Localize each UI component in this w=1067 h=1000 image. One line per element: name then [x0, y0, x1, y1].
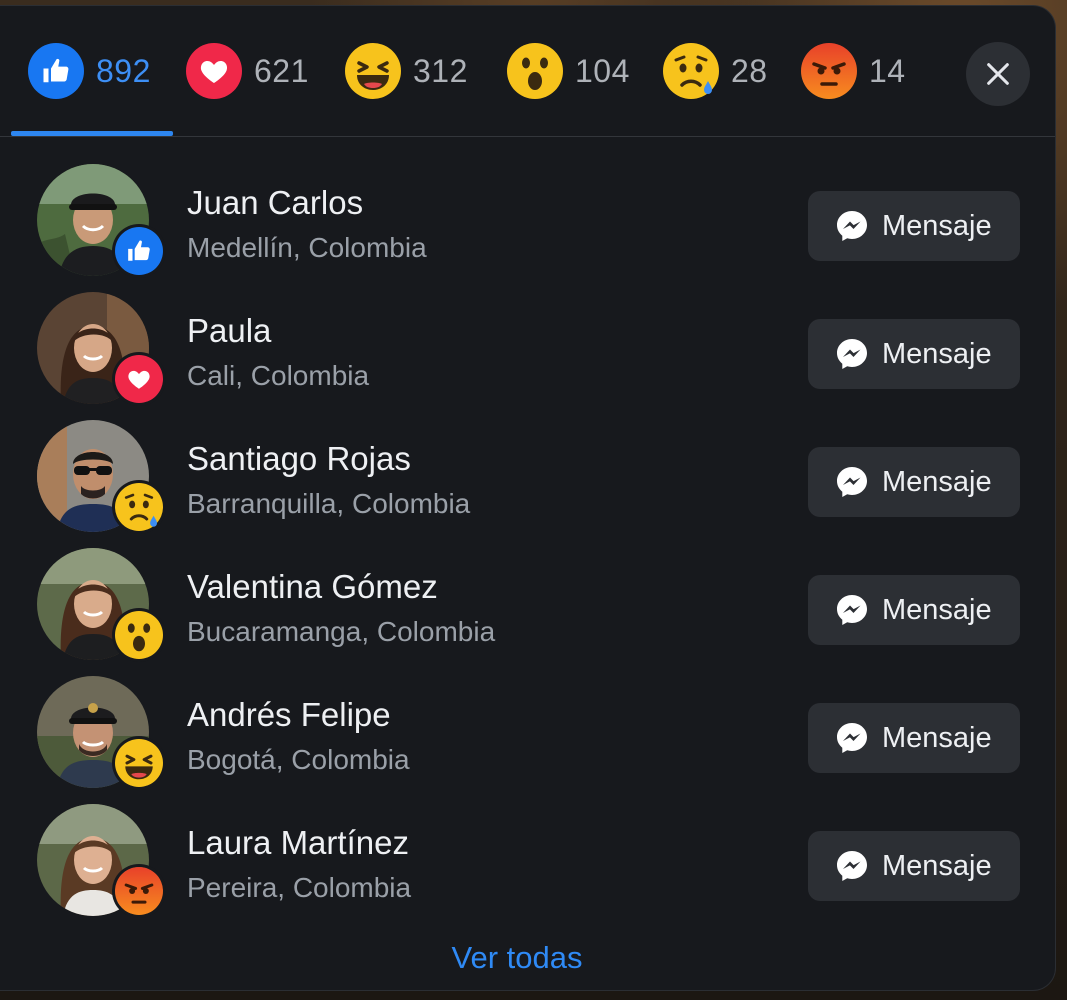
person-name[interactable]: Paula — [187, 312, 271, 350]
tab-love[interactable]: 621 — [186, 36, 309, 106]
see-all-link[interactable]: Ver todas — [0, 940, 1034, 976]
messenger-icon — [837, 339, 867, 369]
heart-icon — [115, 355, 163, 403]
person-name[interactable]: Santiago Rojas — [187, 440, 411, 478]
tab-sad[interactable]: 28 — [663, 36, 768, 106]
angry-face-icon — [115, 867, 163, 915]
tab-haha[interactable]: 312 — [345, 36, 468, 106]
message-button-label: Mensaje — [882, 849, 992, 882]
reactions-list: Juan Carlos Medellín, Colombia Mensaje P… — [0, 156, 1055, 924]
message-button[interactable]: Mensaje — [808, 575, 1020, 645]
messenger-icon — [837, 723, 867, 753]
message-button[interactable]: Mensaje — [808, 191, 1020, 261]
reaction-tabs: 892 621 312 104 28 14 — [0, 6, 1055, 131]
list-item: Santiago Rojas Barranquilla, Colombia Me… — [0, 412, 1055, 540]
message-button[interactable]: Mensaje — [808, 831, 1020, 901]
laughing-face-icon — [345, 43, 401, 99]
messenger-icon — [837, 211, 867, 241]
person-location: Bucaramanga, Colombia — [187, 616, 496, 647]
close-button[interactable] — [966, 42, 1030, 106]
surprised-face-icon — [115, 611, 163, 659]
tab-angry-count: 14 — [869, 52, 906, 89]
tab-like-count: 892 — [96, 52, 151, 89]
message-button-label: Mensaje — [882, 465, 992, 498]
message-button[interactable]: Mensaje — [808, 703, 1020, 773]
tab-sad-count: 28 — [731, 52, 768, 89]
person-location: Barranquilla, Colombia — [187, 488, 471, 519]
tab-wow[interactable]: 104 — [507, 36, 630, 106]
person-location: Pereira, Colombia — [187, 872, 412, 903]
list-item: Juan Carlos Medellín, Colombia Mensaje — [0, 156, 1055, 284]
message-button[interactable]: Mensaje — [808, 319, 1020, 389]
like-icon — [115, 227, 163, 275]
reactions-dialog: 892 621 312 104 28 14 Juan Carlos Medell… — [0, 6, 1055, 990]
angry-face-icon — [801, 43, 857, 99]
message-button-label: Mensaje — [882, 721, 992, 754]
messenger-icon — [837, 467, 867, 497]
heart-icon — [186, 43, 242, 99]
list-item: Laura Martínez Pereira, Colombia Mensaje — [0, 796, 1055, 924]
tab-like[interactable]: 892 — [28, 36, 151, 106]
messenger-icon — [837, 595, 867, 625]
message-button-label: Mensaje — [882, 337, 992, 370]
message-button[interactable]: Mensaje — [808, 447, 1020, 517]
surprised-face-icon — [507, 43, 563, 99]
person-name[interactable]: Laura Martínez — [187, 824, 409, 862]
person-location: Medellín, Colombia — [187, 232, 427, 263]
list-item: Valentina Gómez Bucaramanga, Colombia Me… — [0, 540, 1055, 668]
close-icon — [987, 63, 1009, 85]
tabs-divider — [0, 136, 1055, 137]
sad-face-icon — [115, 483, 163, 531]
tab-love-count: 621 — [254, 52, 309, 89]
tab-wow-count: 104 — [575, 52, 630, 89]
like-icon — [28, 43, 84, 99]
person-name[interactable]: Juan Carlos — [187, 184, 363, 222]
list-item: Andrés Felipe Bogotá, Colombia Mensaje — [0, 668, 1055, 796]
person-location: Bogotá, Colombia — [187, 744, 410, 775]
message-button-label: Mensaje — [882, 593, 992, 626]
messenger-icon — [837, 851, 867, 881]
person-name[interactable]: Andrés Felipe — [187, 696, 391, 734]
tab-angry[interactable]: 14 — [801, 36, 906, 106]
person-location: Cali, Colombia — [187, 360, 370, 391]
message-button-label: Mensaje — [882, 209, 992, 242]
person-name[interactable]: Valentina Gómez — [187, 568, 438, 606]
laughing-face-icon — [115, 739, 163, 787]
tab-haha-count: 312 — [413, 52, 468, 89]
sad-face-icon — [663, 43, 719, 99]
list-item: Paula Cali, Colombia Mensaje — [0, 284, 1055, 412]
